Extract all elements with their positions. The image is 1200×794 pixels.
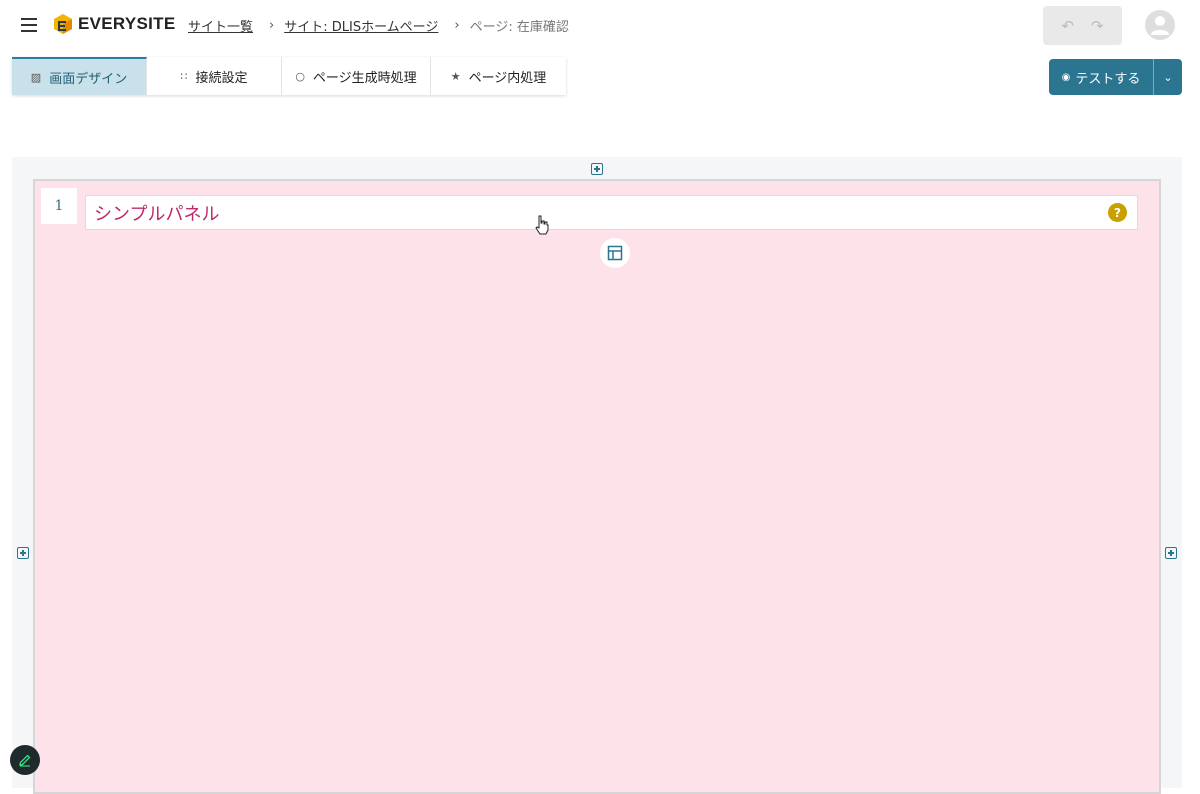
hand-cursor-icon <box>534 215 550 239</box>
add-right-icon[interactable] <box>1165 547 1177 559</box>
redo-icon[interactable]: ↷ <box>1091 17 1104 35</box>
panel-title-bar[interactable]: シンプルパネル ? <box>85 195 1138 230</box>
logo-mark-icon <box>54 14 72 34</box>
simple-panel[interactable] <box>33 179 1161 794</box>
undo-icon[interactable]: ↶ <box>1061 17 1074 35</box>
logo-text: EVERYSITE <box>78 14 176 33</box>
tab-label: 接続設定 <box>195 70 248 86</box>
edit-icon[interactable] <box>10 745 40 775</box>
tab-label: 画面デザイン <box>49 71 128 87</box>
tab-connection-settings[interactable]: ∷ 接続設定 <box>147 57 282 95</box>
run-icon: ★ <box>450 69 461 83</box>
add-left-icon[interactable] <box>17 547 29 559</box>
top-bar: EVERYSITE サイト一覧 › サイト: DLISホームページ › ページ:… <box>0 0 1200 52</box>
breadcrumb: サイト一覧 › サイト: DLISホームページ › ページ: 在庫確認 <box>188 16 569 35</box>
undo-redo-group: ↶ ↷ <box>1043 6 1122 45</box>
tab-screen-design[interactable]: ▨ 画面デザイン <box>12 57 147 95</box>
tab-label: ページ生成時処理 <box>312 70 417 86</box>
chevron-down-icon[interactable]: ⌄ <box>1153 59 1182 95</box>
tab-page-generation[interactable]: ○ ページ生成時処理 <box>282 57 431 95</box>
chevron-right-icon: › <box>269 18 275 33</box>
add-above-icon[interactable] <box>591 163 603 175</box>
test-button-group: ◉ テストする ⌄ <box>1049 59 1182 95</box>
test-button[interactable]: ◉ テストする <box>1049 59 1153 95</box>
editor-tabs: ▨ 画面デザイン ∷ 接続設定 ○ ページ生成時処理 ★ ページ内処理 <box>12 57 566 95</box>
avatar[interactable] <box>1145 10 1175 40</box>
logo[interactable]: EVERYSITE <box>52 13 176 35</box>
menu-icon[interactable] <box>18 14 40 36</box>
panel-number: 1 <box>41 188 77 224</box>
layout-icon[interactable] <box>600 238 630 268</box>
connection-icon: ∷ <box>180 69 188 83</box>
breadcrumb-site-list[interactable]: サイト一覧 <box>188 16 253 35</box>
chevron-right-icon: › <box>454 18 460 33</box>
panel-title: シンプルパネル <box>94 203 220 225</box>
eye-icon: ◉ <box>1061 71 1071 83</box>
refresh-icon: ○ <box>295 69 305 83</box>
help-icon[interactable]: ? <box>1108 203 1127 222</box>
tab-label: ページ内処理 <box>468 70 547 86</box>
tab-in-page-processing[interactable]: ★ ページ内処理 <box>431 57 566 95</box>
test-button-label: テストする <box>1075 71 1141 87</box>
breadcrumb-site[interactable]: サイト: DLISホームページ <box>284 16 438 35</box>
user-icon <box>1151 16 1169 35</box>
breadcrumb-current-page: ページ: 在庫確認 <box>469 20 569 35</box>
layout-icon: ▨ <box>30 70 42 84</box>
